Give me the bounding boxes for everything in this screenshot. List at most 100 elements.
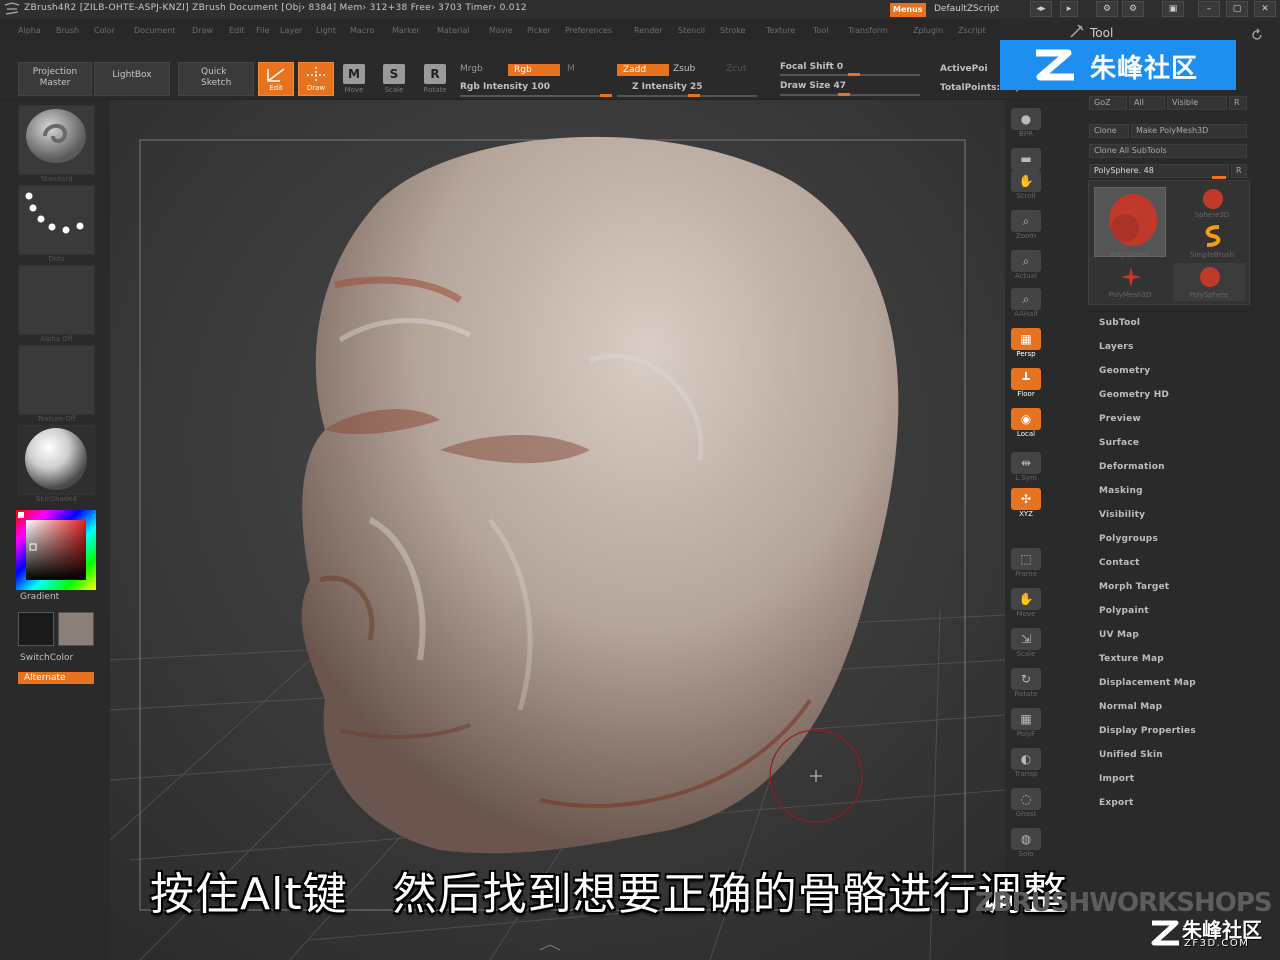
close-icon[interactable]: ✕ bbox=[1254, 1, 1276, 17]
menu-light[interactable]: Light bbox=[316, 26, 336, 35]
m-toggle[interactable]: M bbox=[567, 64, 575, 74]
polymesh3d-icon[interactable] bbox=[1119, 265, 1143, 289]
section-geometry-hd[interactable]: Geometry HD bbox=[1099, 390, 1169, 400]
shelf-zoom-button[interactable]: ⌕ Zoom bbox=[1008, 210, 1044, 244]
menu-alpha[interactable]: Alpha bbox=[18, 26, 41, 35]
shelf-local-button[interactable]: ◉ Local bbox=[1008, 408, 1044, 442]
alpha-selector[interactable] bbox=[18, 265, 95, 335]
rgb-intensity-slider[interactable]: Rgb Intensity 100 bbox=[460, 82, 550, 92]
texture-selector[interactable] bbox=[18, 345, 95, 415]
section-normal-map[interactable]: Normal Map bbox=[1099, 702, 1162, 712]
shelf-floor-button[interactable]: ┻ Floor bbox=[1008, 368, 1044, 402]
next-icon[interactable]: ▸ bbox=[1060, 1, 1078, 17]
rgb-intensity-handle[interactable] bbox=[600, 94, 612, 97]
r-button[interactable]: R bbox=[1229, 96, 1247, 110]
sculpt-canvas[interactable] bbox=[110, 100, 1005, 960]
prev-icon[interactable]: ◂▸ bbox=[1030, 1, 1052, 17]
tool-palette-title[interactable]: Tool bbox=[1090, 26, 1113, 40]
switchcolor-button[interactable]: SwitchColor bbox=[20, 653, 73, 663]
canvas-viewport[interactable] bbox=[110, 100, 1005, 960]
section-polygroups[interactable]: Polygroups bbox=[1099, 534, 1158, 544]
shelf-persp-button[interactable]: ▦ Persp bbox=[1008, 328, 1044, 362]
menu-transform[interactable]: Transform bbox=[848, 26, 888, 35]
menu-draw[interactable]: Draw bbox=[192, 26, 213, 35]
menu-file[interactable]: File bbox=[256, 26, 269, 35]
menu-texture[interactable]: Texture bbox=[766, 26, 795, 35]
maximize-icon[interactable]: ▢ bbox=[1226, 1, 1248, 17]
rotate-button[interactable]: R Rotate bbox=[418, 64, 452, 102]
menu-material[interactable]: Material bbox=[437, 26, 470, 35]
quick-sketch-button[interactable]: Quick Sketch bbox=[178, 62, 254, 96]
shelf-solo-button[interactable]: ◍ Solo bbox=[1008, 828, 1044, 862]
z-intensity-handle[interactable] bbox=[688, 94, 700, 97]
default-zscript-label[interactable]: DefaultZScript bbox=[934, 4, 999, 14]
sphere3d-icon[interactable] bbox=[1201, 187, 1225, 211]
projection-master-button[interactable]: Projection Master bbox=[18, 62, 92, 96]
menu-zplugin[interactable]: Zplugin bbox=[913, 26, 943, 35]
brush-selector[interactable] bbox=[18, 105, 95, 175]
section-uv-map[interactable]: UV Map bbox=[1099, 630, 1139, 640]
section-morph-target[interactable]: Morph Target bbox=[1099, 582, 1169, 592]
layout-icon[interactable]: ⚙ bbox=[1096, 1, 1118, 17]
main-color-swatch[interactable] bbox=[18, 612, 54, 646]
menu-layer[interactable]: Layer bbox=[280, 26, 302, 35]
section-displacement-map[interactable]: Displacement Map bbox=[1099, 678, 1196, 688]
shelf-l-sym-button[interactable]: ⇹ L.Sym bbox=[1008, 452, 1044, 486]
menus-button[interactable]: Menus bbox=[890, 3, 926, 17]
section-polypaint[interactable]: Polypaint bbox=[1099, 606, 1149, 616]
shelf-bpr-button[interactable]: ● BPR bbox=[1008, 108, 1044, 142]
menu-picker[interactable]: Picker bbox=[527, 26, 551, 35]
current-tool-slider[interactable]: PolySphere. 48 bbox=[1089, 164, 1229, 178]
shelf-xyz-button[interactable]: ✣ XYZ bbox=[1008, 488, 1044, 522]
section-preview[interactable]: Preview bbox=[1099, 414, 1141, 424]
section-texture-map[interactable]: Texture Map bbox=[1099, 654, 1164, 664]
section-layers[interactable]: Layers bbox=[1099, 342, 1134, 352]
tool-thumb-polysphere[interactable] bbox=[1094, 187, 1166, 257]
shelf-move-button[interactable]: ✋ Move bbox=[1008, 588, 1044, 622]
shelf-actual-button[interactable]: ⌕ Actual bbox=[1008, 250, 1044, 284]
draw-size-handle[interactable] bbox=[838, 93, 850, 96]
shelf-aahalf-button[interactable]: ⌕ AAHalf bbox=[1008, 288, 1044, 322]
menu-zscript[interactable]: Zscript bbox=[958, 26, 986, 35]
lightbox-button[interactable]: LightBox bbox=[94, 62, 170, 96]
palette-icon[interactable]: ⚙ bbox=[1122, 1, 1144, 17]
menu-edit[interactable]: Edit bbox=[229, 26, 245, 35]
rgb-toggle[interactable]: Rgb bbox=[508, 64, 560, 76]
visible-button[interactable]: Visible bbox=[1167, 96, 1227, 110]
shelf-rotate-button[interactable]: ↻ Rotate bbox=[1008, 668, 1044, 702]
scale-button[interactable]: S Scale bbox=[377, 64, 411, 102]
menu-macro[interactable]: Macro bbox=[350, 26, 374, 35]
menu-preferences[interactable]: Preferences bbox=[565, 26, 612, 35]
alternate-button[interactable]: Alternate bbox=[18, 672, 94, 684]
zsub-toggle[interactable]: Zsub bbox=[673, 64, 695, 74]
menu-color[interactable]: Color bbox=[94, 26, 115, 35]
clone-button[interactable]: Clone bbox=[1089, 124, 1129, 138]
stroke-selector[interactable] bbox=[18, 185, 95, 255]
refresh-icon[interactable] bbox=[1250, 28, 1264, 42]
section-subtool[interactable]: SubTool bbox=[1099, 318, 1140, 328]
shelf-ghost-button[interactable]: ◌ Ghost bbox=[1008, 788, 1044, 822]
menu-movie[interactable]: Movie bbox=[489, 26, 513, 35]
section-masking[interactable]: Masking bbox=[1099, 486, 1143, 496]
section-display-properties[interactable]: Display Properties bbox=[1099, 726, 1196, 736]
section-deformation[interactable]: Deformation bbox=[1099, 462, 1165, 472]
menu-tool[interactable]: Tool bbox=[813, 26, 829, 35]
simplebrush-icon[interactable] bbox=[1201, 223, 1225, 249]
menu-render[interactable]: Render bbox=[634, 26, 662, 35]
focal-shift-slider[interactable]: Focal Shift 0 bbox=[780, 62, 843, 72]
focal-shift-handle[interactable] bbox=[848, 73, 860, 76]
all-button[interactable]: All bbox=[1129, 96, 1165, 110]
move-button[interactable]: M Move bbox=[337, 64, 371, 102]
shelf-scroll-button[interactable]: ✋ Scroll bbox=[1008, 170, 1044, 204]
menu-stencil[interactable]: Stencil bbox=[678, 26, 705, 35]
make-polymesh-button[interactable]: Make PolyMesh3D bbox=[1131, 124, 1247, 138]
color-picker[interactable] bbox=[16, 510, 96, 590]
section-surface[interactable]: Surface bbox=[1099, 438, 1139, 448]
shelf-transp-button[interactable]: ◐ Transp bbox=[1008, 748, 1044, 782]
material-selector[interactable] bbox=[18, 425, 95, 495]
shelf-scale-button[interactable]: ⇲ Scale bbox=[1008, 628, 1044, 662]
section-contact[interactable]: Contact bbox=[1099, 558, 1140, 568]
section-visibility[interactable]: Visibility bbox=[1099, 510, 1145, 520]
tool-thumb-polysphere-2[interactable]: PolySphere bbox=[1173, 263, 1245, 301]
gradient-label[interactable]: Gradient bbox=[20, 592, 59, 602]
